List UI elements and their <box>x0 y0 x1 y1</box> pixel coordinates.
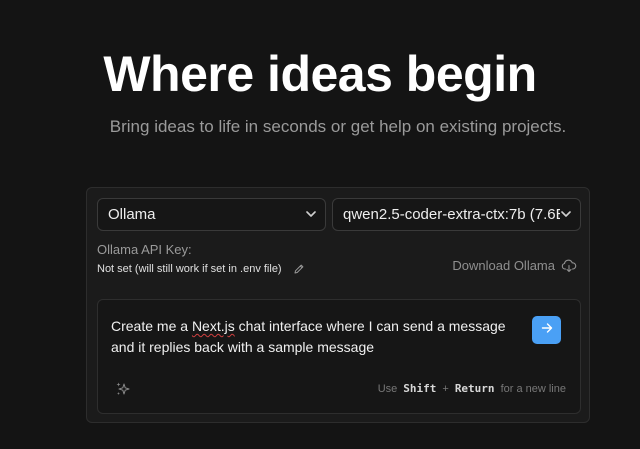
provider-select[interactable]: Ollama <box>97 198 326 231</box>
page-title: Where ideas begin <box>103 46 537 102</box>
download-ollama-label: Download Ollama <box>452 258 555 273</box>
cloud-download-icon <box>561 259 577 273</box>
api-key-value: Not set (will still work if set in .env … <box>97 263 282 275</box>
prompt-text-start: Create me a <box>111 318 192 334</box>
chevron-down-icon <box>305 209 317 221</box>
api-key-status: Not set (will still work if set in .env … <box>97 262 306 276</box>
chat-panel: Ollama qwen2.5-coder-extra-ctx:7b (7.6B)… <box>86 187 590 423</box>
model-select-value: qwen2.5-coder-extra-ctx:7b (7.6B) <box>343 206 560 223</box>
pencil-icon[interactable] <box>292 262 306 276</box>
hint-plus: + <box>442 382 449 395</box>
chevron-down-icon <box>560 209 572 221</box>
sparkle-icon[interactable] <box>115 381 131 397</box>
send-button[interactable] <box>532 316 561 344</box>
newline-hint: Use Shift + Return for a new line <box>378 382 566 395</box>
hint-suffix: for a new line <box>500 382 566 395</box>
api-key-label: Ollama API Key: <box>97 242 192 257</box>
arrow-right-icon <box>541 321 553 339</box>
hint-return-key: Return <box>454 382 495 395</box>
hint-shift-key: Shift <box>403 382 437 395</box>
hint-use: Use <box>377 382 398 395</box>
prompt-text-misspelled-word: Next.js <box>191 318 235 334</box>
prompt-text: Create me a Next.js chat interface where… <box>111 316 521 358</box>
page: Where ideas begin Bring ideas to life in… <box>0 0 640 449</box>
provider-select-value: Ollama <box>108 206 156 223</box>
download-ollama-link[interactable]: Download Ollama <box>452 258 577 273</box>
prompt-textarea[interactable]: Create me a Next.js chat interface where… <box>97 299 581 414</box>
page-subtitle: Bring ideas to life in seconds or get he… <box>109 117 567 136</box>
model-select[interactable]: qwen2.5-coder-extra-ctx:7b (7.6B) <box>332 198 581 231</box>
